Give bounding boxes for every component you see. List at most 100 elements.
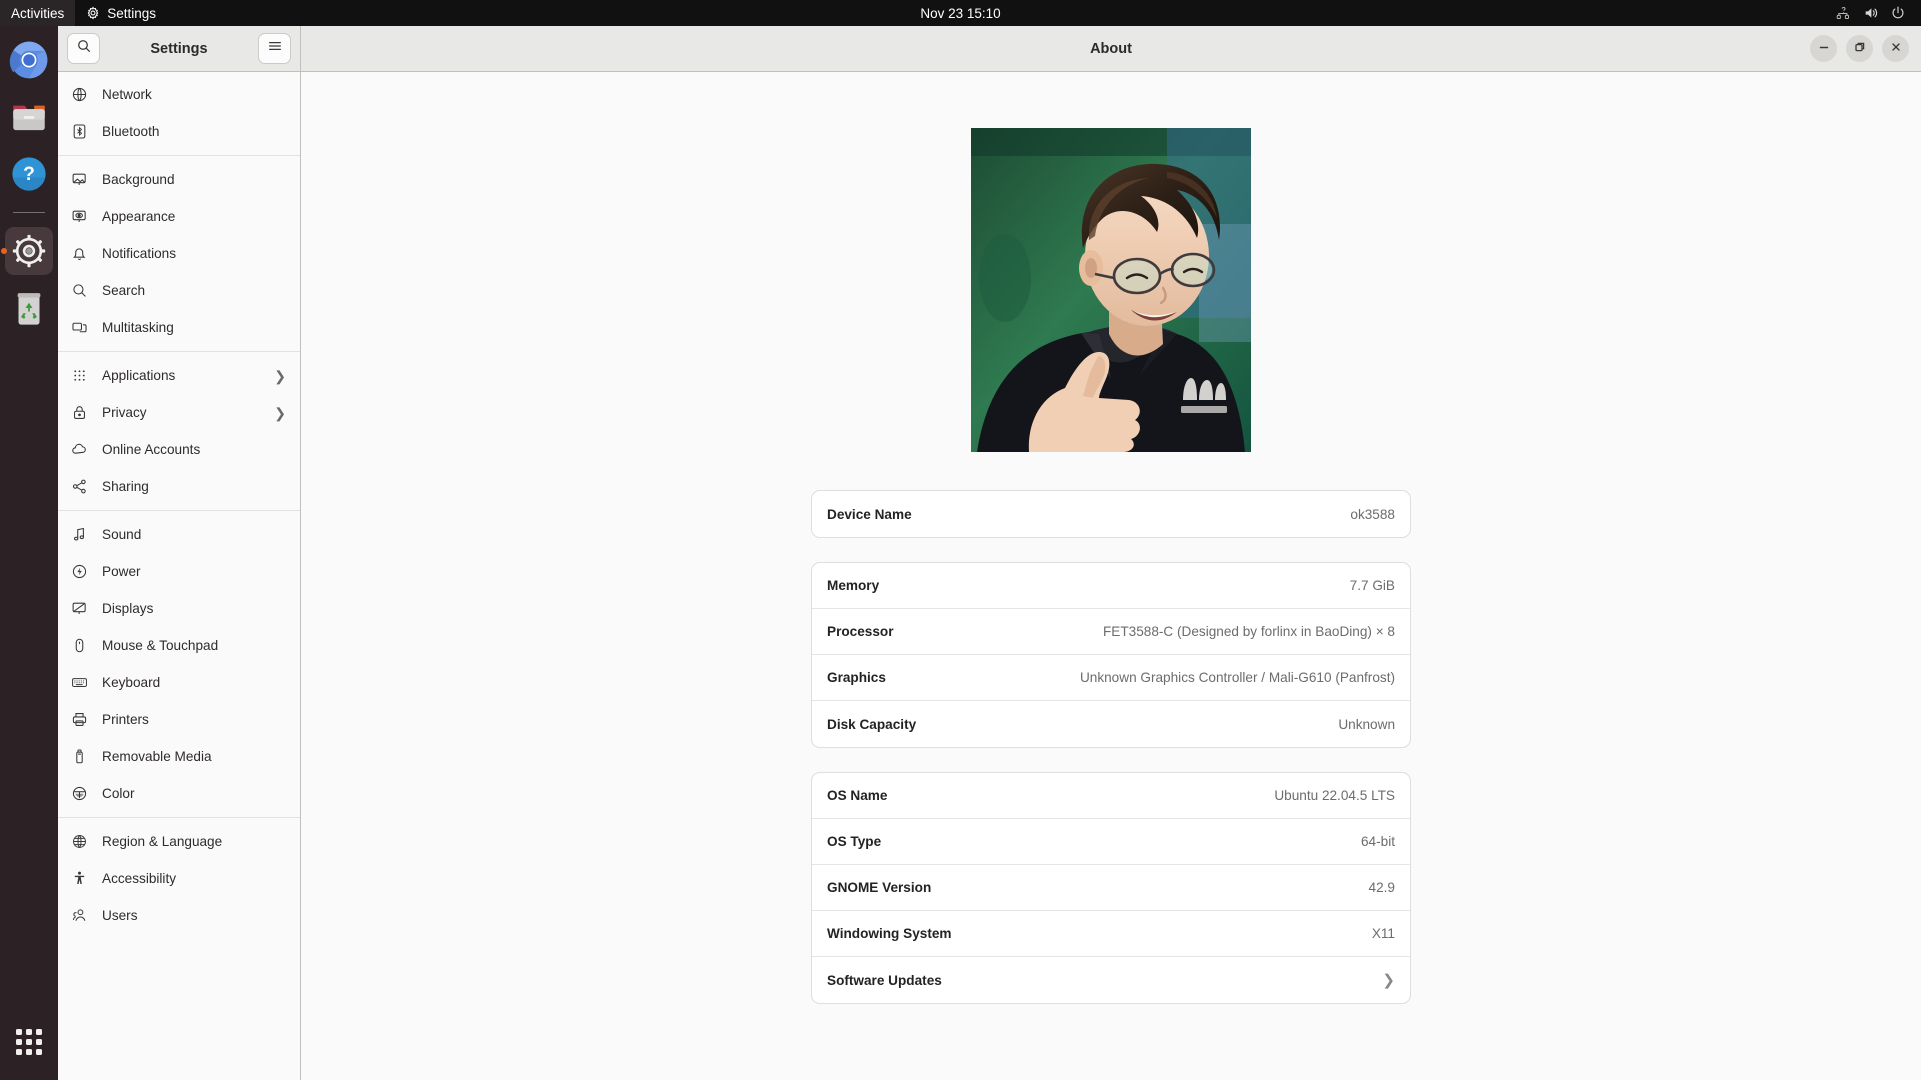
top-bar-center: Nov 23 15:10 (0, 0, 1921, 26)
share-nodes-icon (71, 478, 88, 495)
sidebar-item-label: Displays (102, 601, 154, 616)
sidebar-item-displays[interactable]: Displays (58, 590, 300, 627)
show-applications-button[interactable] (7, 1020, 51, 1064)
network-unknown-icon[interactable] (1830, 0, 1857, 26)
power-icon[interactable] (1884, 0, 1911, 26)
clock-button[interactable]: Nov 23 15:10 (910, 0, 1010, 26)
settings-gear-icon (12, 234, 46, 268)
sidebar-item-bluetooth[interactable]: Bluetooth (58, 113, 300, 150)
music-note-icon (71, 526, 88, 543)
sidebar-item-users[interactable]: Users (58, 897, 300, 934)
sidebar-item-notifications[interactable]: Notifications (58, 235, 300, 272)
row-key: Software Updates (827, 972, 942, 988)
window-body: Network Bluetooth Background Appearance … (58, 72, 1921, 1080)
sidebar-item-label: Appearance (102, 209, 176, 224)
sidebar-item-printers[interactable]: Printers (58, 701, 300, 738)
files-folder-icon (13, 105, 45, 131)
table-row: Windowing System X11 (812, 911, 1410, 957)
globe-grid-icon (71, 833, 88, 850)
dock-item-settings[interactable] (1, 227, 53, 275)
power-bolt-icon (71, 563, 88, 580)
app-menu-label: Settings (107, 5, 157, 21)
color-wheel-icon (71, 785, 88, 802)
sidebar-item-keyboard[interactable]: Keyboard (58, 664, 300, 701)
settings-sidebar[interactable]: Network Bluetooth Background Appearance … (58, 72, 301, 1080)
sidebar-item-label: Network (102, 87, 152, 102)
table-row: OS Type 64-bit (812, 819, 1410, 865)
sidebar-item-label: Sharing (102, 479, 149, 494)
row-key: Graphics (827, 670, 886, 685)
close-icon (1890, 40, 1902, 58)
sidebar-item-sharing[interactable]: Sharing (58, 468, 300, 505)
row-key: OS Type (827, 834, 882, 849)
sidebar-item-applications[interactable]: Applications ❯ (58, 357, 300, 394)
applications-grid-icon (16, 1029, 42, 1055)
table-row[interactable]: Device Name ok3588 (812, 491, 1410, 537)
dock-item-help[interactable]: ? (5, 150, 53, 198)
sidebar-item-label: Mouse & Touchpad (102, 638, 219, 653)
row-key: Windowing System (827, 926, 952, 941)
headerbar-content-section: About (301, 26, 1921, 71)
minimize-button[interactable] (1810, 35, 1837, 62)
sidebar-item-accessibility[interactable]: Accessibility (58, 860, 300, 897)
table-row: OS Name Ubuntu 22.04.5 LTS (812, 773, 1410, 819)
row-key: OS Name (827, 788, 888, 803)
appearance-icon (71, 208, 88, 225)
sidebar-item-label: Search (102, 283, 146, 298)
search-button[interactable] (67, 33, 100, 64)
device-photo (971, 128, 1251, 452)
sidebar-item-label: Power (102, 564, 141, 579)
app-menu-button[interactable]: Settings (75, 0, 167, 26)
sidebar-item-power[interactable]: Power (58, 553, 300, 590)
search-icon (71, 282, 88, 299)
maximize-button[interactable] (1846, 35, 1873, 62)
sidebar-item-network[interactable]: Network (58, 76, 300, 113)
software-info-card: OS Name Ubuntu 22.04.5 LTS OS Type 64-bi… (811, 772, 1411, 1004)
sidebar-item-label: Removable Media (102, 749, 212, 764)
table-row: Processor FET3588-C (Designed by forlinx… (812, 609, 1410, 655)
keyboard-icon (71, 674, 88, 691)
dock-item-trash[interactable] (5, 284, 53, 332)
window-controls (1810, 35, 1909, 62)
display-monitor-icon (71, 600, 88, 617)
sidebar-item-mouse-touchpad[interactable]: Mouse & Touchpad (58, 627, 300, 664)
sidebar-item-appearance[interactable]: Appearance (58, 198, 300, 235)
sidebar-item-sound[interactable]: Sound (58, 516, 300, 553)
table-row: Disk Capacity Unknown (812, 701, 1410, 747)
system-status-area[interactable] (1830, 0, 1921, 26)
sidebar-item-label: Accessibility (102, 871, 177, 886)
dock-item-files[interactable] (5, 93, 53, 141)
cloud-icon (71, 441, 88, 458)
chromium-icon (9, 41, 48, 79)
table-row: Graphics Unknown Graphics Controller / M… (812, 655, 1410, 701)
sidebar-item-search[interactable]: Search (58, 272, 300, 309)
search-icon (76, 38, 92, 59)
main-menu-button[interactable] (258, 33, 291, 64)
software-updates-row[interactable]: Software Updates ❯ (812, 957, 1410, 1003)
background-monitor-icon (71, 171, 88, 188)
dock-item-chromium[interactable] (5, 36, 53, 84)
volume-icon[interactable] (1857, 0, 1884, 26)
sidebar-item-color[interactable]: Color (58, 775, 300, 812)
sidebar-item-background[interactable]: Background (58, 161, 300, 198)
sidebar-item-multitasking[interactable]: Multitasking (58, 309, 300, 346)
row-value: X11 (1371, 926, 1395, 941)
sidebar-separator (58, 817, 300, 818)
sidebar-item-region-language[interactable]: Region & Language (58, 823, 300, 860)
mouse-icon (71, 637, 88, 654)
row-key: Disk Capacity (827, 716, 917, 732)
sidebar-item-online-accounts[interactable]: Online Accounts (58, 431, 300, 468)
activities-label: Activities (11, 5, 65, 21)
accessibility-person-icon (71, 870, 88, 887)
gear-icon (86, 6, 100, 20)
activities-button[interactable]: Activities (0, 0, 76, 26)
sidebar-item-label: Privacy (102, 405, 147, 420)
table-row: Memory 7.7 GiB (812, 563, 1410, 609)
sidebar-item-label: Region & Language (102, 834, 223, 849)
sidebar-item-removable-media[interactable]: Removable Media (58, 738, 300, 775)
sidebar-item-privacy[interactable]: Privacy ❯ (58, 394, 300, 431)
sidebar-item-label: Users (102, 908, 138, 923)
chevron-right-icon: ❯ (274, 367, 286, 384)
sidebar-item-label: Notifications (102, 246, 177, 261)
close-button[interactable] (1882, 35, 1909, 62)
